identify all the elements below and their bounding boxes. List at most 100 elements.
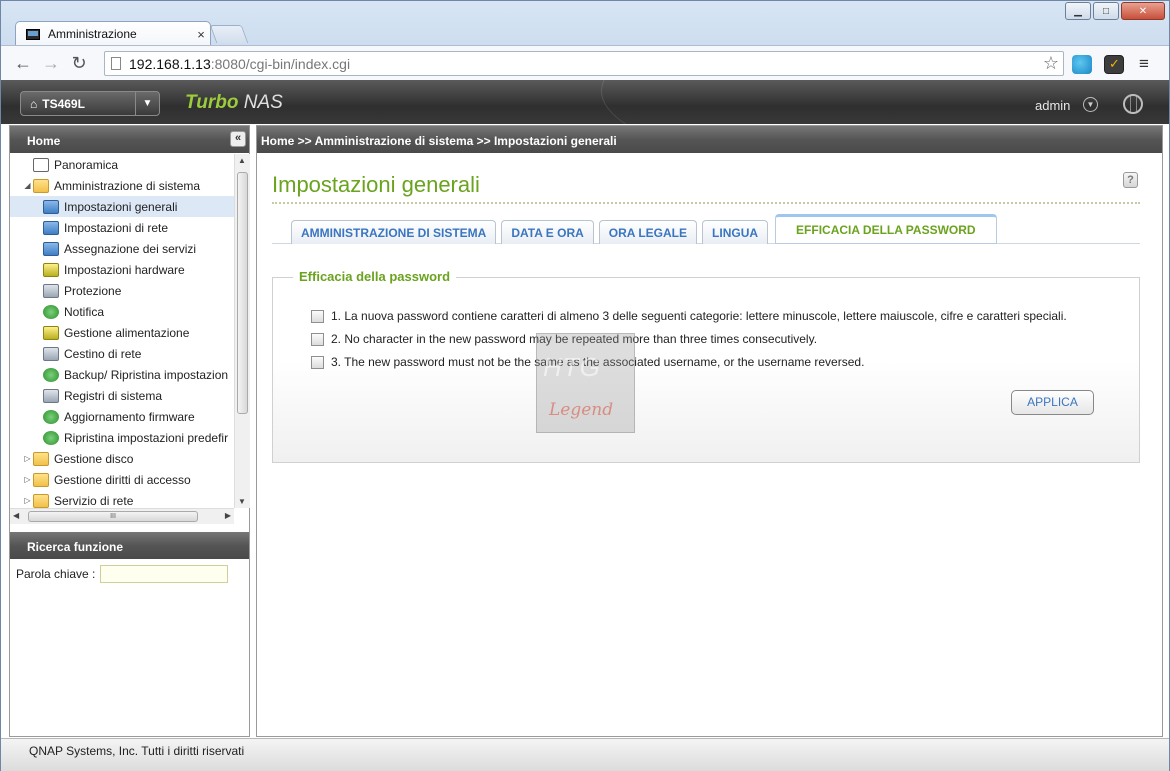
power-icon	[43, 325, 59, 340]
sidebar-item-label: Impostazioni generali	[64, 199, 178, 214]
help-icon[interactable]: ?	[1123, 172, 1138, 188]
title-divider	[272, 202, 1140, 204]
sidebar-item[interactable]: Assegnazione dei servizi	[10, 238, 234, 259]
brand-turbo: Turbo	[185, 92, 239, 113]
sidebar-item[interactable]: ▷ Servizio di rete	[10, 490, 234, 508]
page-title: Impostazioni generali	[272, 172, 480, 197]
device-selector[interactable]: ⌂ TS469L ▼	[20, 91, 160, 116]
horizontal-scrollbar-thumb[interactable]: III	[28, 511, 198, 522]
sidebar-item-label: Impostazioni di rete	[64, 220, 169, 235]
watermark-top-text: HTG	[543, 352, 601, 382]
scroll-up-icon[interactable]: ▲	[238, 156, 246, 165]
main-pane: Home >> Amministrazione di sistema >> Im…	[256, 125, 1163, 737]
sidebar-item[interactable]: ▷ Gestione disco	[10, 448, 234, 469]
rule-2-checkbox[interactable]	[311, 332, 324, 346]
network-icon	[43, 220, 59, 235]
scroll-right-icon[interactable]: ▶	[225, 511, 231, 520]
keyword-search-input[interactable]	[100, 565, 229, 583]
expand-toggle-icon[interactable]: ▷	[23, 475, 32, 484]
sidebar-item[interactable]: Registri di sistema	[10, 385, 234, 406]
mcafee-extension-icon[interactable]	[1104, 55, 1124, 74]
monitor-favicon-icon	[26, 28, 40, 40]
footer: QNAP Systems, Inc. Tutti i diritti riser…	[1, 738, 1169, 771]
reload-icon[interactable]: ↻	[65, 53, 93, 74]
minimize-button[interactable]: ▁	[1065, 2, 1091, 20]
apply-button[interactable]: APPLICA	[1011, 390, 1094, 415]
app-header: ⌂ TS469L ▼ Turbo NAS admin ▼	[1, 80, 1169, 124]
sidebar-item[interactable]: Impostazioni di rete	[10, 217, 234, 238]
restore-icon	[43, 430, 59, 445]
user-name[interactable]: admin	[1035, 98, 1070, 113]
sidebar-item[interactable]: ◢ Amministrazione di sistema	[10, 175, 234, 196]
qnap-app: ⌂ TS469L ▼ Turbo NAS admin ▼ Home « Pano…	[0, 80, 1170, 771]
firmware-icon	[43, 409, 59, 424]
left-pane: Home « Panoramica ◢ Amministrazione di sis…	[9, 125, 250, 737]
protection-icon	[43, 283, 59, 298]
tab-strip: Amministrazione × ▁ □ ✕	[1, 1, 1169, 46]
tree-horizontal-scrollbar[interactable]: ◀ III ▶	[10, 508, 234, 524]
copyright-text: QNAP Systems, Inc. Tutti i diritti riser…	[29, 744, 245, 758]
folder-open-icon	[33, 178, 49, 193]
scroll-down-icon[interactable]: ▼	[238, 497, 246, 506]
sidebar-item-label: Gestione alimentazione	[64, 325, 190, 340]
browser-menu-icon[interactable]: ≡	[1139, 54, 1149, 74]
fieldset-legend: Efficacia della password	[293, 269, 457, 284]
expand-toggle-icon[interactable]: ▷	[23, 454, 32, 463]
new-tab-button[interactable]	[209, 25, 249, 43]
password-rule-1[interactable]: 1. La nuova password contiene caratteri …	[311, 309, 1067, 323]
watermark-logo: HTG Legend	[536, 333, 635, 433]
forward-arrow-icon[interactable]: →	[37, 53, 65, 74]
tab-data-e-ora[interactable]: DATA E ORA	[501, 220, 594, 244]
tab-close-icon[interactable]: ×	[192, 27, 210, 42]
sidebar-item[interactable]: Cestino di rete	[10, 343, 234, 364]
search-header: Ricerca funzione	[10, 532, 249, 559]
collapse-sidebar-icon[interactable]: «	[230, 131, 246, 147]
sidebar-item[interactable]: Impostazioni generali	[10, 196, 234, 217]
sidebar-item[interactable]: Backup/ Ripristina impostazion	[10, 364, 234, 385]
sidebar-item-label: Protezione	[64, 283, 122, 298]
device-name: TS469L	[42, 96, 85, 111]
panel-icon	[33, 157, 49, 172]
chevron-down-icon[interactable]: ▼	[135, 92, 159, 115]
tab-efficacia-della-password[interactable]: EFFICACIA DELLA PASSWORD	[775, 214, 997, 244]
sidebar-item[interactable]: Protezione	[10, 280, 234, 301]
sidebar-item[interactable]: Impostazioni hardware	[10, 259, 234, 280]
page-icon	[111, 57, 121, 70]
url-host: 192.168.1.13	[129, 55, 211, 72]
rule-1-checkbox[interactable]	[311, 309, 324, 323]
recycle-bin-icon	[43, 346, 59, 361]
language-globe-icon[interactable]	[1123, 94, 1143, 114]
sidebar-item[interactable]: Ripristina impostazioni predefir	[10, 427, 234, 448]
sidebar-item-label: Gestione diritti di accesso	[54, 472, 191, 487]
back-arrow-icon[interactable]: ←	[9, 53, 37, 74]
browser-tab[interactable]: Amministrazione ×	[15, 21, 211, 46]
sidebar-item-label: Backup/ Ripristina impostazion	[64, 367, 229, 382]
scrollbar-thumb[interactable]	[237, 172, 248, 414]
bookmark-star-icon[interactable]: ☆	[1043, 53, 1059, 74]
settings-tabs: AMMINISTRAZIONE DI SISTEMA DATA E ORA ORA …	[291, 214, 997, 244]
sidebar-item[interactable]: ▷ Gestione diritti di accesso	[10, 469, 234, 490]
tab-lingua[interactable]: LINGUA	[702, 220, 769, 244]
maximize-button[interactable]: □	[1093, 2, 1119, 20]
address-bar[interactable]: 192.168.1.13 :8080/cgi-bin/index.cgi ☆	[104, 51, 1064, 76]
user-menu-icon[interactable]: ▼	[1083, 97, 1098, 112]
home-icon: ⌂	[30, 96, 38, 111]
tab-ora-legale[interactable]: ORA LEGALE	[598, 220, 698, 244]
expand-toggle-icon[interactable]: ▷	[23, 496, 32, 505]
sidebar-item-label: Impostazioni hardware	[64, 262, 185, 277]
sidebar-item[interactable]: Aggiornamento firmware	[10, 406, 234, 427]
expand-toggle-icon[interactable]: ◢	[23, 181, 32, 190]
folder-icon	[33, 493, 49, 508]
tab-title: Amministrazione	[48, 27, 137, 41]
backup-icon	[43, 367, 59, 382]
sidebar-item-label: Servizio di rete	[54, 493, 134, 508]
sidebar-item[interactable]: Notifica	[10, 301, 234, 322]
tree-vertical-scrollbar[interactable]: ▲ ▼	[234, 154, 250, 508]
rule-3-checkbox[interactable]	[311, 355, 324, 369]
sidebar-item[interactable]: Gestione alimentazione	[10, 322, 234, 343]
skype-extension-icon[interactable]	[1072, 55, 1092, 74]
sidebar-item[interactable]: Panoramica	[10, 154, 234, 175]
tab-amministrazione-di-sistema[interactable]: AMMINISTRAZIONE DI SISTEMA	[291, 220, 497, 244]
scroll-left-icon[interactable]: ◀	[13, 511, 19, 520]
close-window-button[interactable]: ✕	[1121, 2, 1165, 20]
